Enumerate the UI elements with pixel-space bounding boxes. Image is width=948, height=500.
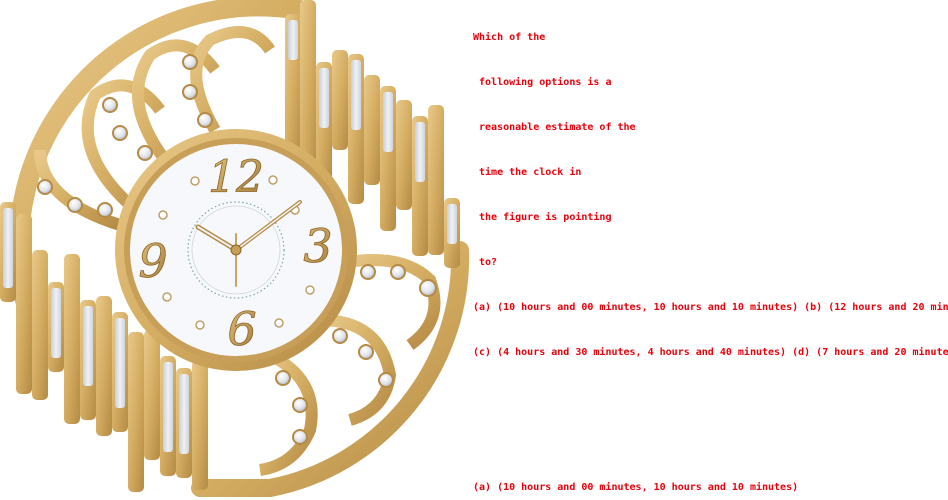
numeral-3: 3 bbox=[303, 219, 332, 273]
question-line-3: reasonable estimate of the bbox=[473, 122, 636, 133]
hand-pivot bbox=[230, 244, 242, 256]
question-panel: Which of the following options is a reas… bbox=[473, 0, 948, 500]
question-line-2: following options is a bbox=[473, 77, 612, 88]
options-line-1: (a) (10 hours and 00 minutes, 10 hours a… bbox=[473, 302, 948, 313]
question-line-1: Which of the bbox=[473, 32, 546, 43]
numeral-9: 9 bbox=[138, 234, 167, 288]
question-line-5: the figure is pointing bbox=[473, 212, 612, 223]
question-line-6: to? bbox=[473, 257, 498, 268]
numeral-12: 12 bbox=[208, 152, 264, 203]
numeral-6: 6 bbox=[227, 302, 256, 356]
clock-face: 12 3 6 9 bbox=[115, 129, 357, 371]
answer-line: (a) (10 hours and 00 minutes, 10 hours a… bbox=[473, 482, 799, 493]
question-line-4: time the clock in bbox=[473, 167, 582, 178]
clock-image: 12 3 6 9 bbox=[0, 0, 472, 500]
options-line-2: (c) (4 hours and 30 minutes, 4 hours and… bbox=[473, 347, 948, 358]
